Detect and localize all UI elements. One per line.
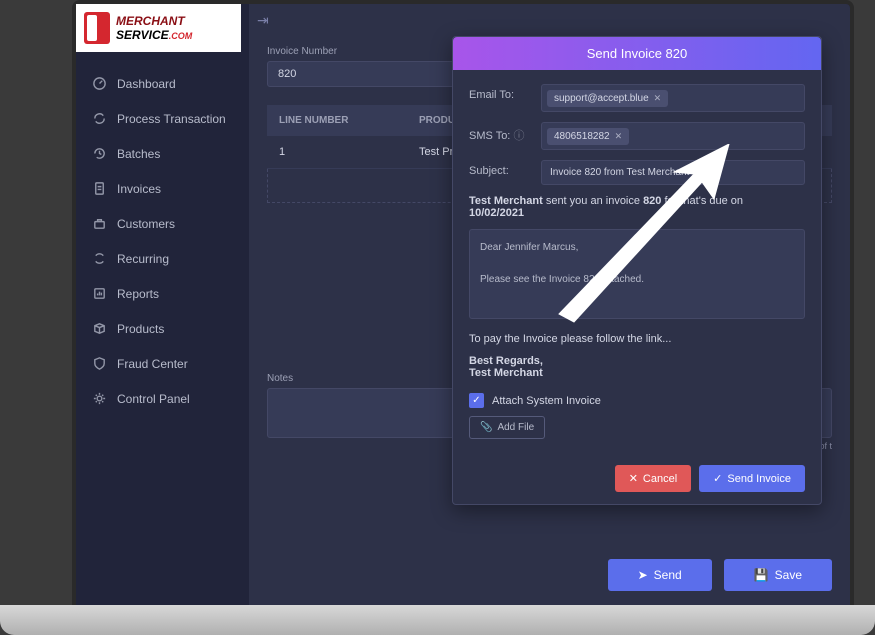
sidebar-item-fraud-center[interactable]: Fraud Center	[76, 346, 249, 381]
add-file-label: Add File	[497, 422, 534, 433]
sms-to-label: SMS To: ⓘ	[469, 122, 541, 143]
cycle-icon	[92, 251, 107, 266]
message-body-textarea[interactable]: Dear Jennifer Marcus, Please see the Inv…	[469, 229, 805, 319]
sidebar-label: Customers	[117, 217, 175, 231]
logo-suffix: .COM	[169, 31, 193, 41]
box-icon	[92, 321, 107, 336]
attach-checkbox-label: Attach System Invoice	[492, 395, 601, 407]
sidebar-label: Fraud Center	[117, 357, 188, 371]
col-header-line-number: LINE NUMBER	[279, 115, 419, 126]
sidebar-item-process-transaction[interactable]: Process Transaction	[76, 101, 249, 136]
cancel-label: Cancel	[643, 473, 677, 485]
save-icon: 💾	[754, 568, 769, 582]
email-to-label: Email To:	[469, 84, 541, 101]
send-invoice-button[interactable]: ✓ Send Invoice	[699, 465, 805, 492]
sms-chip: 4806518282 ✕	[547, 128, 629, 145]
regards-text: Best Regards, Test Merchant	[469, 355, 805, 379]
body-greeting: Dear Jennifer Marcus,	[480, 240, 794, 256]
sidebar-label: Process Transaction	[117, 112, 226, 126]
sidebar-toggle-icon[interactable]: ⇥	[257, 12, 269, 29]
pay-link-text: To pay the Invoice please follow the lin…	[469, 333, 805, 345]
send-invoice-label: Send Invoice	[727, 473, 791, 485]
subject-label: Subject:	[469, 160, 541, 177]
remove-chip-icon[interactable]: ✕	[654, 93, 662, 104]
attach-system-invoice-checkbox[interactable]: ✓	[469, 393, 484, 408]
sidebar-label: Control Panel	[117, 392, 190, 406]
sidebar: Dashboard Process Transaction Batches In…	[76, 4, 249, 605]
briefcase-icon	[92, 216, 107, 231]
gauge-icon	[92, 76, 107, 91]
save-label: Save	[775, 568, 802, 582]
history-icon	[92, 146, 107, 161]
cell-line-number: 1	[279, 146, 419, 158]
logo-line1: MERCHANT	[116, 14, 192, 28]
sidebar-label: Products	[117, 322, 164, 336]
close-icon: ✕	[629, 472, 638, 485]
info-icon[interactable]: ⓘ	[513, 130, 524, 142]
merchant-service-logo: MERCHANT SERVICE.COM	[76, 4, 241, 52]
remove-chip-icon[interactable]: ✕	[615, 131, 623, 142]
logo-line2: SERVICE	[116, 28, 169, 42]
sidebar-item-reports[interactable]: Reports	[76, 276, 249, 311]
sidebar-item-invoices[interactable]: Invoices	[76, 171, 249, 206]
email-chip-text: support@accept.blue	[554, 93, 649, 104]
add-file-button[interactable]: 📎 Add File	[469, 416, 545, 439]
subject-input[interactable]	[541, 160, 805, 185]
send-invoice-modal: Send Invoice 820 Email To: support@accep…	[452, 36, 822, 505]
shield-icon	[92, 356, 107, 371]
email-chip: support@accept.blue ✕	[547, 90, 668, 107]
send-button[interactable]: ➤ Send	[608, 559, 712, 591]
sidebar-item-customers[interactable]: Customers	[76, 206, 249, 241]
modal-title: Send Invoice 820	[453, 37, 821, 70]
sidebar-item-batches[interactable]: Batches	[76, 136, 249, 171]
attachment-icon: 📎	[480, 422, 492, 433]
sidebar-item-control-panel[interactable]: Control Panel	[76, 381, 249, 416]
sidebar-item-recurring[interactable]: Recurring	[76, 241, 249, 276]
send-label: Send	[654, 568, 682, 582]
sidebar-label: Batches	[117, 147, 160, 161]
save-button[interactable]: 💾 Save	[724, 559, 832, 591]
logo-icon	[84, 12, 110, 44]
sidebar-label: Recurring	[117, 252, 169, 266]
document-icon	[92, 181, 107, 196]
gear-icon	[92, 391, 107, 406]
main-content: ⇥ Invoice Number 820 LINE NUMBER PRODUCT…	[249, 4, 850, 605]
cancel-button[interactable]: ✕ Cancel	[615, 465, 691, 492]
report-icon	[92, 286, 107, 301]
sms-to-input[interactable]: 4806518282 ✕	[541, 122, 805, 150]
sidebar-label: Dashboard	[117, 77, 176, 91]
invoice-summary-text: Test Merchant sent you an invoice 820 fo…	[469, 195, 805, 219]
sms-chip-text: 4806518282	[554, 131, 610, 142]
sidebar-item-dashboard[interactable]: Dashboard	[76, 66, 249, 101]
send-icon: ➤	[638, 568, 648, 582]
sidebar-label: Reports	[117, 287, 159, 301]
email-to-input[interactable]: support@accept.blue ✕	[541, 84, 805, 112]
check-icon: ✓	[713, 472, 722, 485]
sidebar-label: Invoices	[117, 182, 161, 196]
body-line: Please see the Invoice 820 attached.	[480, 272, 794, 288]
laptop-base	[0, 605, 875, 635]
refresh-icon	[92, 111, 107, 126]
sidebar-item-products[interactable]: Products	[76, 311, 249, 346]
invoice-number-input[interactable]: 820	[267, 61, 467, 87]
